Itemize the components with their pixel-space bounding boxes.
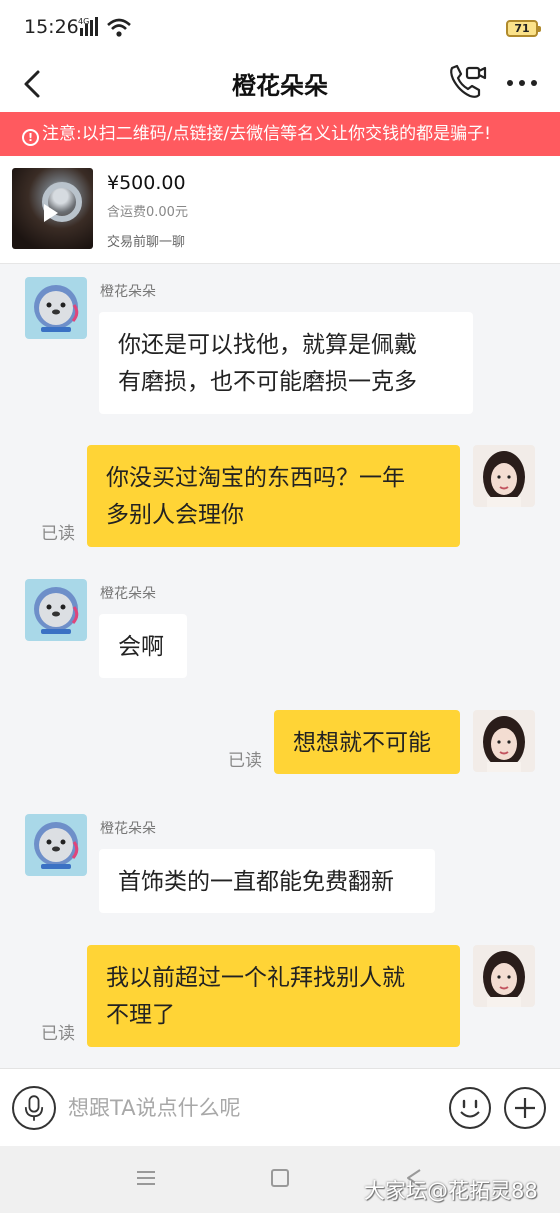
exclamation-circle-icon: ! [22,129,39,146]
back-arrow-icon[interactable] [18,64,48,104]
message-bubble-sent[interactable]: 你没买过淘宝的东西吗？一年 多别人会理你 [87,445,460,547]
user-avatar[interactable] [473,710,535,772]
product-video-thumbnail[interactable] [12,168,93,249]
shipping-fee: 含运费0.00元 [107,205,188,220]
smiley-icon[interactable] [448,1086,492,1130]
battery-icon: 71 [506,20,541,37]
message-input-bar [0,1068,560,1146]
message-line: 会啊 [118,634,164,660]
video-call-icon[interactable] [446,60,488,102]
message-bubble-sent[interactable]: 我以前超过一个礼拜找别人就 不理了 [87,945,460,1047]
read-status: 已读 [41,1024,75,1044]
user-avatar-icon [483,451,525,507]
product-price: ¥500.00 [107,172,186,194]
forum-watermark: 大家坛@花拓灵88 [364,1179,538,1203]
message-line: 想想就不可能 [293,730,431,756]
read-status: 已读 [228,751,262,771]
product-card[interactable]: ¥500.00 含运费0.00元 交易前聊一聊 [0,156,560,264]
user-avatar-icon [483,716,525,772]
message-input[interactable] [62,1086,432,1130]
chat-header: 橙花朵朵 [0,56,560,112]
read-status: 已读 [41,524,75,544]
home-icon[interactable] [271,1169,289,1187]
message-line: 我以前超过一个礼拜找别人就 [106,965,405,991]
sender-name: 橙花朵朵 [100,284,156,300]
sender-name: 橙花朵朵 [100,821,156,837]
user-avatar[interactable] [473,445,535,507]
message-bubble-received[interactable]: 你还是可以找他，就算是佩戴 有磨损，也不可能磨损一克多 [99,312,473,414]
network-signal-icon: 4G [78,17,131,37]
seal-avatar[interactable] [25,814,87,876]
user-avatar[interactable] [473,945,535,1007]
message-line: 你还是可以找他，就算是佩戴 [118,332,417,358]
fraud-warning-banner: ! 注意:以扫二维码/点链接/去微信等名义让你交钱的都是骗子! [0,112,560,156]
message-bubble-received[interactable]: 会啊 [99,614,187,678]
chat-before-trade-hint: 交易前聊一聊 [107,235,186,250]
microphone-icon[interactable] [12,1086,56,1130]
play-icon [44,204,58,222]
message-line: 多别人会理你 [106,502,244,528]
message-line: 你没买过淘宝的东西吗？一年 [106,465,405,491]
message-bubble-received[interactable]: 首饰类的一直都能免费翻新 [99,849,435,913]
message-line: 首饰类的一直都能免费翻新 [118,869,394,895]
warning-text: 注意:以扫二维码/点链接/去微信等名义让你交钱的都是骗子! [42,124,491,144]
message-line: 有磨损，也不可能磨损一克多 [118,369,417,395]
more-dots-icon[interactable] [504,68,540,98]
sender-name: 橙花朵朵 [100,586,156,602]
seal-avatar-icon [34,587,79,634]
seal-avatar[interactable] [25,277,87,339]
status-time: 15:26 [24,16,79,38]
message-bubble-sent[interactable]: 想想就不可能 [274,710,460,774]
seal-avatar-icon [34,285,79,332]
message-line: 不理了 [106,1002,175,1028]
plus-circle-icon[interactable] [503,1086,547,1130]
recent-apps-icon[interactable] [136,1170,156,1186]
user-avatar-icon [483,951,525,1007]
status-bar: 15:26 4G 71 [0,0,560,56]
seal-avatar[interactable] [25,579,87,641]
seal-avatar-icon [34,822,79,869]
